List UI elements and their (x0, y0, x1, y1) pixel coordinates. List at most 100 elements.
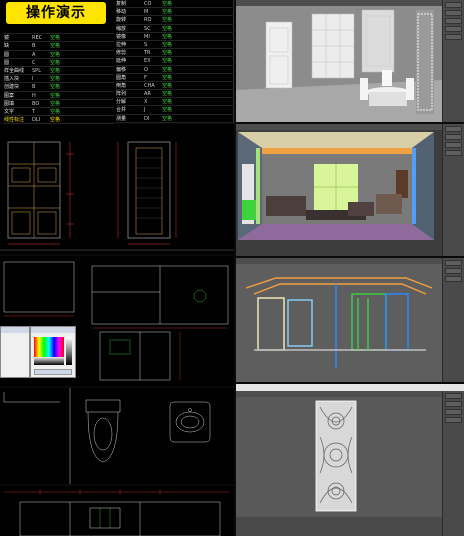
panel-button[interactable] (445, 26, 462, 32)
command-name: 缺 (4, 43, 10, 50)
panel-button[interactable] (445, 417, 462, 423)
command-key: RO (144, 17, 152, 24)
command-action: 空格 (162, 74, 173, 81)
panel-button[interactable] (445, 10, 462, 16)
command-action: 空格 (162, 41, 173, 48)
dialog-titlebar[interactable] (31, 327, 75, 333)
command-key: DI (144, 115, 150, 122)
panel-button[interactable] (445, 260, 462, 266)
command-row (4, 26, 114, 35)
command-action: 空格 (162, 9, 173, 16)
dimension-drawing (4, 489, 230, 536)
dialog-titlebar[interactable] (1, 327, 29, 333)
command-row: 圆 C 空格 (4, 59, 114, 67)
command-name: 文字 (4, 108, 15, 115)
command-action: 空格 (162, 25, 173, 32)
command-key: I (32, 76, 34, 83)
command-row: 缩放 SC 空格 (116, 25, 234, 33)
command-row: 分解 X 空格 (116, 98, 234, 107)
command-row: 偏移 O 空格 (116, 66, 234, 74)
color-spectrum[interactable] (34, 337, 64, 357)
panel-button[interactable] (445, 268, 462, 274)
command-row: 复制 CO 空格 (116, 0, 234, 9)
command-name: 圆 (4, 51, 10, 58)
viewport-dining-room[interactable] (236, 0, 464, 122)
command-key: CO (144, 1, 152, 7)
command-action: 空格 (162, 91, 173, 98)
command-row: 测量 DI 空格 (116, 115, 234, 123)
command-name: 插入块 (4, 76, 20, 83)
command-row: 文字 T 空格 (4, 108, 114, 117)
command-name: 线性标注 (4, 117, 25, 124)
panel-button[interactable] (445, 134, 462, 140)
panel-button[interactable] (445, 18, 462, 24)
command-key: J (144, 107, 146, 114)
panel-button[interactable] (445, 142, 462, 148)
color-shade[interactable] (34, 357, 64, 365)
command-key: B (32, 43, 36, 50)
panel-button[interactable] (445, 409, 462, 415)
color-picker-dialog[interactable] (30, 326, 76, 378)
command-row: 镜 REC 空格 (4, 34, 114, 43)
command-panel (442, 391, 464, 536)
command-action: 空格 (50, 76, 61, 83)
command-row: 阵列 AR 空格 (116, 90, 234, 99)
command-key: M (144, 9, 149, 16)
command-action: 空格 (50, 117, 61, 124)
command-name: 修剪 (116, 50, 127, 57)
command-row: 图填 BO 空格 (4, 100, 114, 108)
command-key: TR (144, 50, 151, 57)
command-action: 空格 (50, 84, 61, 91)
command-action: 空格 (50, 43, 61, 50)
command-action: 空格 (162, 58, 173, 65)
viewport-wireframe[interactable] (236, 258, 464, 382)
luminance-slider[interactable] (66, 337, 72, 365)
command-row: 插入块 I 空格 (4, 75, 114, 84)
file-tabs[interactable] (236, 384, 464, 391)
command-key: REC (32, 35, 43, 42)
panel-button[interactable] (445, 34, 462, 40)
command-row: 延伸 EX 空格 (116, 57, 234, 66)
panel-button[interactable] (445, 401, 462, 407)
command-name: 圆 (4, 59, 10, 66)
carved-screen-render (236, 397, 442, 536)
command-row: 修剪 TR 空格 (116, 49, 234, 58)
command-name: 移动 (116, 9, 127, 16)
command-action: 空格 (50, 100, 61, 107)
command-panel (442, 258, 464, 382)
ok-button[interactable] (34, 369, 72, 375)
command-row: 图案 H 空格 (4, 92, 114, 100)
command-row: 圆角 F 空格 (116, 74, 234, 82)
command-name: 测量 (116, 115, 127, 122)
cad-elevation-view[interactable] (0, 124, 234, 254)
command-key: CHA (144, 82, 155, 89)
panel-button[interactable] (445, 2, 462, 8)
command-list-right: 复制 CO 空格 移动 M 空格 旋转 RO 空格 缩放 SC 空格 镜像 MI 空格 拉伸 S 空格 修剪 TR 空格… (116, 0, 234, 123)
wireframe-render (236, 264, 442, 382)
panel-button[interactable] (445, 126, 462, 132)
layer-manager-dialog[interactable] (0, 326, 30, 378)
cad-floorplan-view[interactable] (0, 256, 234, 386)
command-name: 合并 (116, 107, 127, 114)
command-key (32, 26, 50, 33)
elevation-drawing (0, 141, 234, 251)
command-key: B (32, 84, 36, 91)
command-name: 延伸 (116, 58, 127, 65)
panel-button[interactable] (445, 150, 462, 156)
panel-button[interactable] (445, 276, 462, 282)
viewport-carved-screen[interactable] (236, 384, 464, 536)
command-row: 样全曲线 SPL 空格 (4, 67, 114, 76)
cad-bathroom-view[interactable] (0, 388, 234, 484)
panel-button[interactable] (445, 393, 462, 399)
command-action: 空格 (162, 1, 173, 7)
command-name: 圆角 (116, 74, 127, 81)
command-row: 缺 B 空格 (4, 42, 114, 51)
command-row: 圆 A 空格 (4, 51, 114, 59)
command-name: 阵列 (116, 91, 127, 98)
command-table: 操作演示 镜 REC 空格缺 B 空格圆 A 空格圆 C 空格 样全曲线 SPL 空格 插入块 I 空格 创建… (0, 0, 234, 133)
command-name: 创建块 (4, 84, 20, 91)
cad-dimension-view[interactable] (0, 486, 234, 536)
command-panel (442, 0, 464, 122)
viewport-living-room[interactable] (236, 124, 464, 256)
command-key: SC (144, 25, 151, 32)
